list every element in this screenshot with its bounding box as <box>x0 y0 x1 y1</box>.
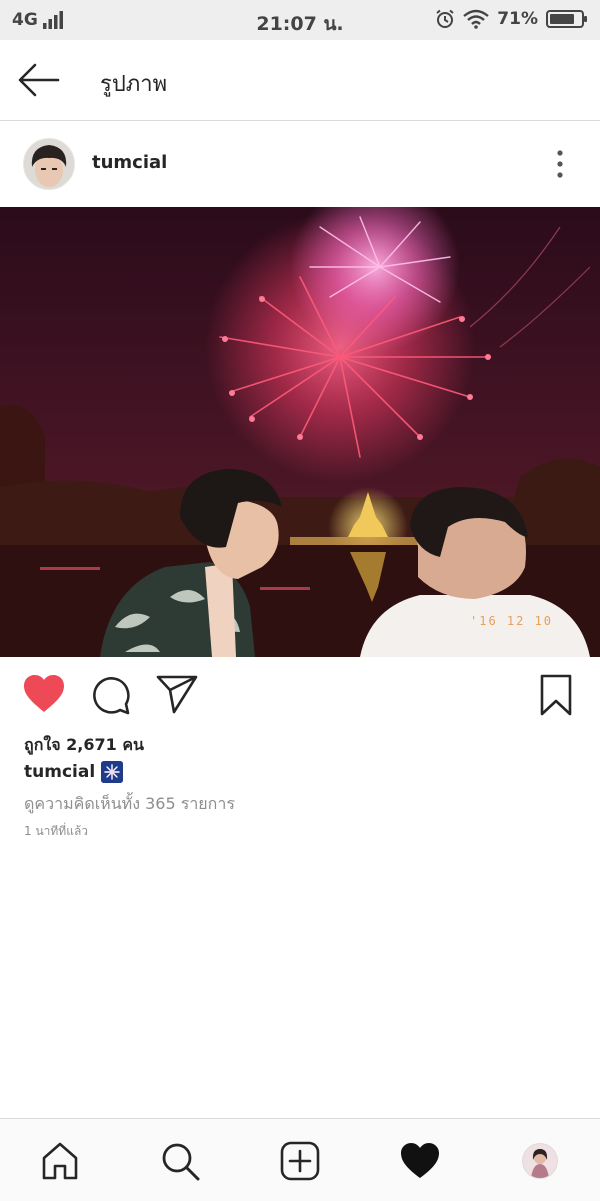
search-icon <box>162 1143 200 1181</box>
caption: tumcial <box>24 761 124 783</box>
more-options-button[interactable] <box>548 148 572 180</box>
heart-filled-icon <box>24 675 64 712</box>
comment-icon <box>93 677 130 715</box>
nav-new-post[interactable] <box>278 1139 322 1183</box>
like-button[interactable] <box>22 674 66 718</box>
nav-activity[interactable] <box>398 1139 442 1183</box>
wifi-icon <box>463 9 490 29</box>
battery-icon <box>546 10 587 28</box>
status-bar: 4G 21:07 น. 71% <box>0 0 600 40</box>
save-button[interactable] <box>538 674 574 720</box>
share-button[interactable] <box>156 674 198 718</box>
post-timestamp: 1 นาทีที่แล้ว <box>24 824 89 838</box>
sparkler-icon <box>101 761 124 783</box>
activity-heart-icon <box>401 1143 439 1178</box>
post-photo[interactable]: '16 12 10 <box>0 207 600 657</box>
back-button[interactable] <box>16 62 62 98</box>
nav-home[interactable] <box>38 1139 82 1183</box>
likes-count[interactable]: ถูกใจ 2,671 คน <box>24 733 144 758</box>
more-vertical-icon <box>557 150 563 178</box>
post-header: tumcial <box>0 122 600 206</box>
status-right: 71% <box>435 9 588 29</box>
profile-avatar-image <box>523 1144 557 1178</box>
nav-search[interactable] <box>158 1139 202 1183</box>
profile-avatar <box>522 1143 558 1179</box>
fireworks-photo: '16 12 10 <box>0 207 600 657</box>
photo-date-stamp: '16 12 10 <box>470 614 553 628</box>
page-title: รูปภาพ <box>100 72 168 97</box>
sparkler-emoji <box>101 761 124 783</box>
arrow-left-icon <box>18 63 60 97</box>
send-icon <box>156 675 198 714</box>
home-icon <box>42 1142 78 1180</box>
alarm-icon <box>436 9 454 28</box>
avatar-image <box>24 139 74 189</box>
comment-button[interactable] <box>90 674 132 720</box>
add-post-icon <box>280 1141 320 1181</box>
nav-profile[interactable] <box>518 1139 562 1183</box>
battery-percent: 71% <box>497 9 538 29</box>
page-header: รูปภาพ <box>0 40 600 121</box>
post-username[interactable]: tumcial <box>92 152 167 173</box>
post-actions <box>0 666 600 726</box>
bookmark-icon <box>540 674 572 716</box>
bottom-navigation <box>0 1118 600 1201</box>
avatar[interactable] <box>23 138 75 190</box>
caption-username[interactable]: tumcial <box>24 762 95 782</box>
view-all-comments-link[interactable]: ดูความคิดเห็นทั้ง 365 รายการ <box>24 792 235 817</box>
